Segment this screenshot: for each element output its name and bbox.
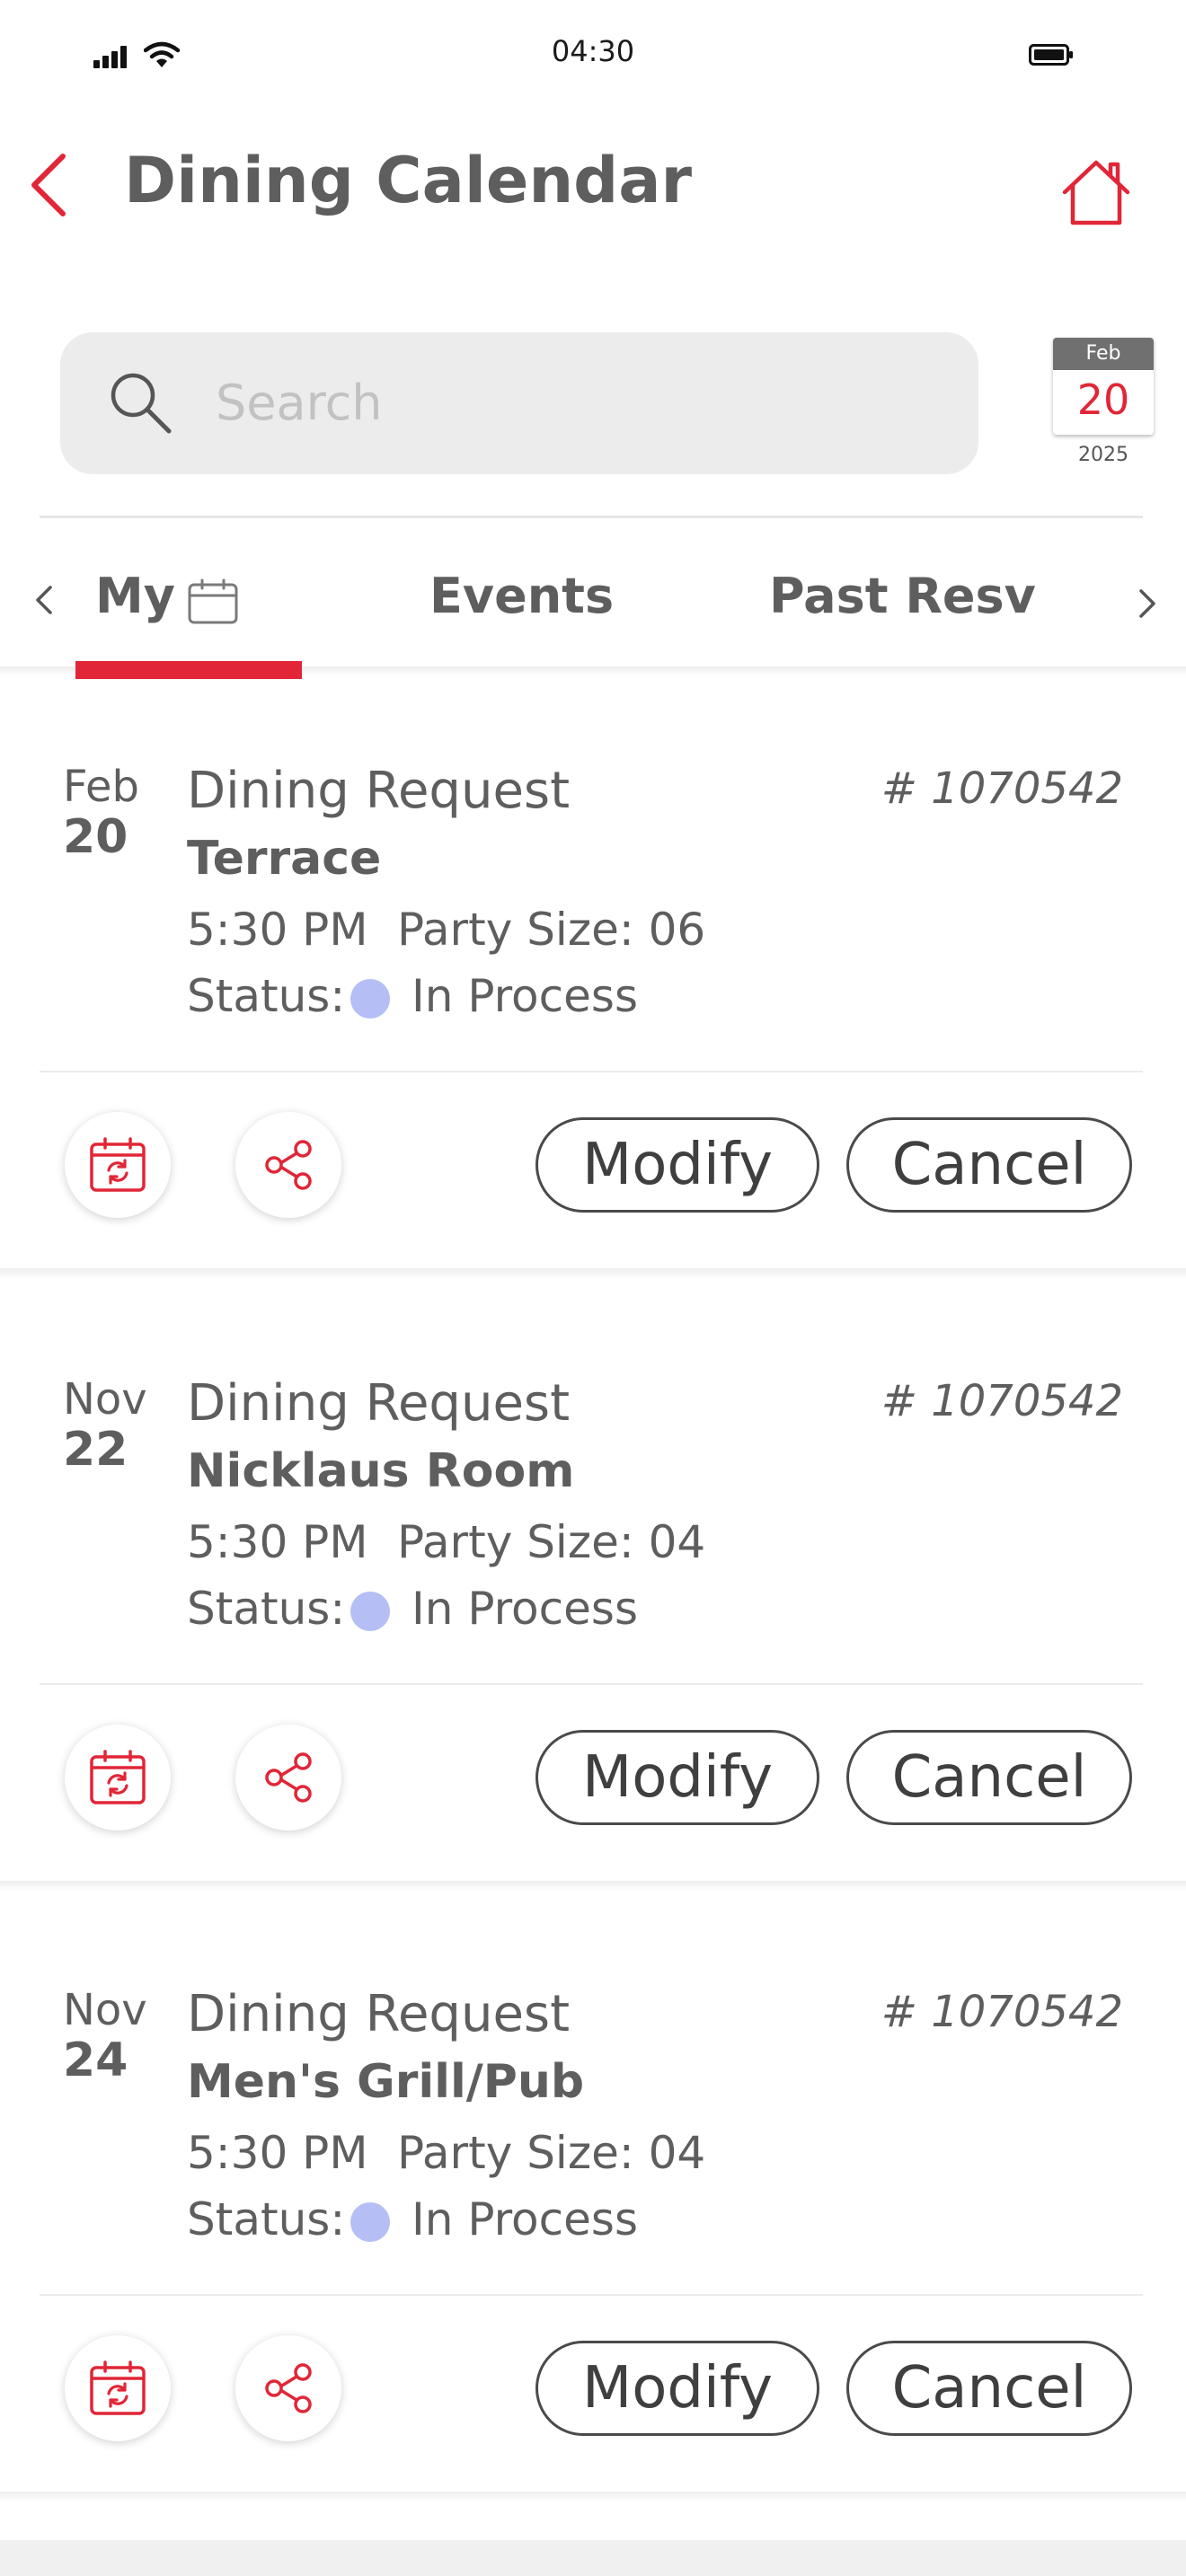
date-picker-button[interactable]: Feb 20 — [1053, 338, 1154, 435]
tab-scroll-left-icon[interactable] — [32, 580, 56, 620]
calendar-sync-icon — [90, 1750, 146, 1804]
reservation-party-size: Party Size: 04 — [397, 2127, 706, 2179]
share-button[interactable] — [235, 2335, 341, 2441]
card-divider — [40, 2294, 1143, 2296]
status-dot-icon — [350, 979, 390, 1019]
wifi-icon — [144, 41, 180, 67]
modify-button[interactable]: Modify — [535, 1730, 819, 1825]
cancel-button[interactable]: Cancel — [846, 1730, 1132, 1825]
share-button[interactable] — [235, 1112, 341, 1218]
tab-scroll-right-icon[interactable] — [1136, 584, 1159, 623]
add-to-calendar-button[interactable] — [65, 2335, 171, 2441]
reservation-time: 5:30 PM — [187, 1516, 368, 1568]
cancel-button[interactable]: Cancel — [846, 2341, 1132, 2436]
share-button[interactable] — [235, 1725, 341, 1831]
status-value: In Process — [412, 1583, 639, 1635]
reservation-venue: Nicklaus Room — [187, 1444, 575, 1498]
cellular-signal-icon — [93, 45, 135, 68]
search-icon — [111, 373, 172, 434]
add-to-calendar-button[interactable] — [65, 1112, 171, 1218]
tab-events[interactable]: Events — [429, 568, 614, 624]
calendar-sync-icon — [90, 1137, 146, 1192]
home-icon[interactable] — [1060, 158, 1132, 226]
reservation-number: # 1070542 — [881, 763, 1123, 814]
reservation-month: Nov — [63, 1374, 147, 1425]
reservation-venue: Terrace — [187, 832, 382, 886]
reservation-card: Nov 24 Dining Request # 1070542 Men's Gr… — [0, 1899, 1186, 2510]
status-dot-icon — [350, 2202, 390, 2242]
status-time: 04:30 — [551, 34, 635, 68]
reservation-day: 20 — [63, 810, 128, 864]
status-value: In Process — [412, 970, 639, 1022]
search-divider — [40, 516, 1143, 518]
reservation-number: # 1070542 — [881, 1987, 1123, 2037]
date-badge-month: Feb — [1053, 338, 1154, 370]
modify-button[interactable]: Modify — [535, 1117, 819, 1213]
date-badge-day: 20 — [1076, 375, 1130, 424]
search-input[interactable] — [216, 357, 952, 447]
date-badge-year: 2025 — [1078, 444, 1128, 466]
share-icon — [265, 2363, 312, 2413]
share-icon — [265, 1752, 312, 1803]
back-chevron-icon[interactable] — [27, 151, 72, 219]
modify-button[interactable]: Modify — [535, 2341, 819, 2436]
add-to-calendar-button[interactable] — [65, 1725, 171, 1831]
reservation-time: 5:30 PM — [187, 2127, 368, 2179]
page-title: Dining Calendar — [124, 144, 693, 217]
status-label: Status: — [187, 1583, 346, 1635]
reservation-party-size: Party Size: 06 — [397, 904, 706, 956]
reservation-type: Dining Request — [187, 762, 571, 820]
tab-past-resv[interactable]: Past Resv — [769, 568, 1036, 624]
battery-icon — [1029, 44, 1073, 66]
cancel-button[interactable]: Cancel — [846, 1117, 1132, 1213]
card-separator — [0, 1268, 1186, 1279]
reservation-type: Dining Request — [187, 1374, 571, 1433]
card-divider — [40, 1071, 1143, 1072]
card-separator — [0, 2492, 1186, 2502]
reservation-day: 22 — [63, 1423, 128, 1477]
status-dot-icon — [350, 1592, 390, 1631]
status-label: Status: — [187, 2193, 346, 2245]
reservation-party-size: Party Size: 04 — [397, 1516, 706, 1568]
reservation-venue: Men's Grill/Pub — [187, 2055, 585, 2109]
reservation-number: # 1070542 — [881, 1376, 1123, 1426]
reservation-time: 5:30 PM — [187, 904, 368, 956]
reservation-day: 24 — [63, 2033, 128, 2087]
status-value: In Process — [412, 2193, 639, 2245]
tab-my[interactable]: My — [95, 568, 175, 624]
reservation-type: Dining Request — [187, 1985, 571, 2043]
reservation-month: Nov — [63, 1985, 147, 2035]
status-label: Status: — [187, 970, 346, 1022]
reservation-card: Nov 22 Dining Request # 1070542 Nicklaus… — [0, 1288, 1186, 1899]
card-separator — [0, 1881, 1186, 1892]
calendar-icon[interactable] — [187, 578, 239, 625]
calendar-sync-icon — [90, 2360, 146, 2415]
share-icon — [265, 1140, 312, 1190]
reservation-month: Feb — [63, 762, 139, 812]
bottom-band — [0, 2540, 1186, 2576]
card-divider — [40, 1683, 1143, 1685]
reservation-card: Feb 20 Dining Request # 1070542 Terrace … — [0, 675, 1186, 1286]
